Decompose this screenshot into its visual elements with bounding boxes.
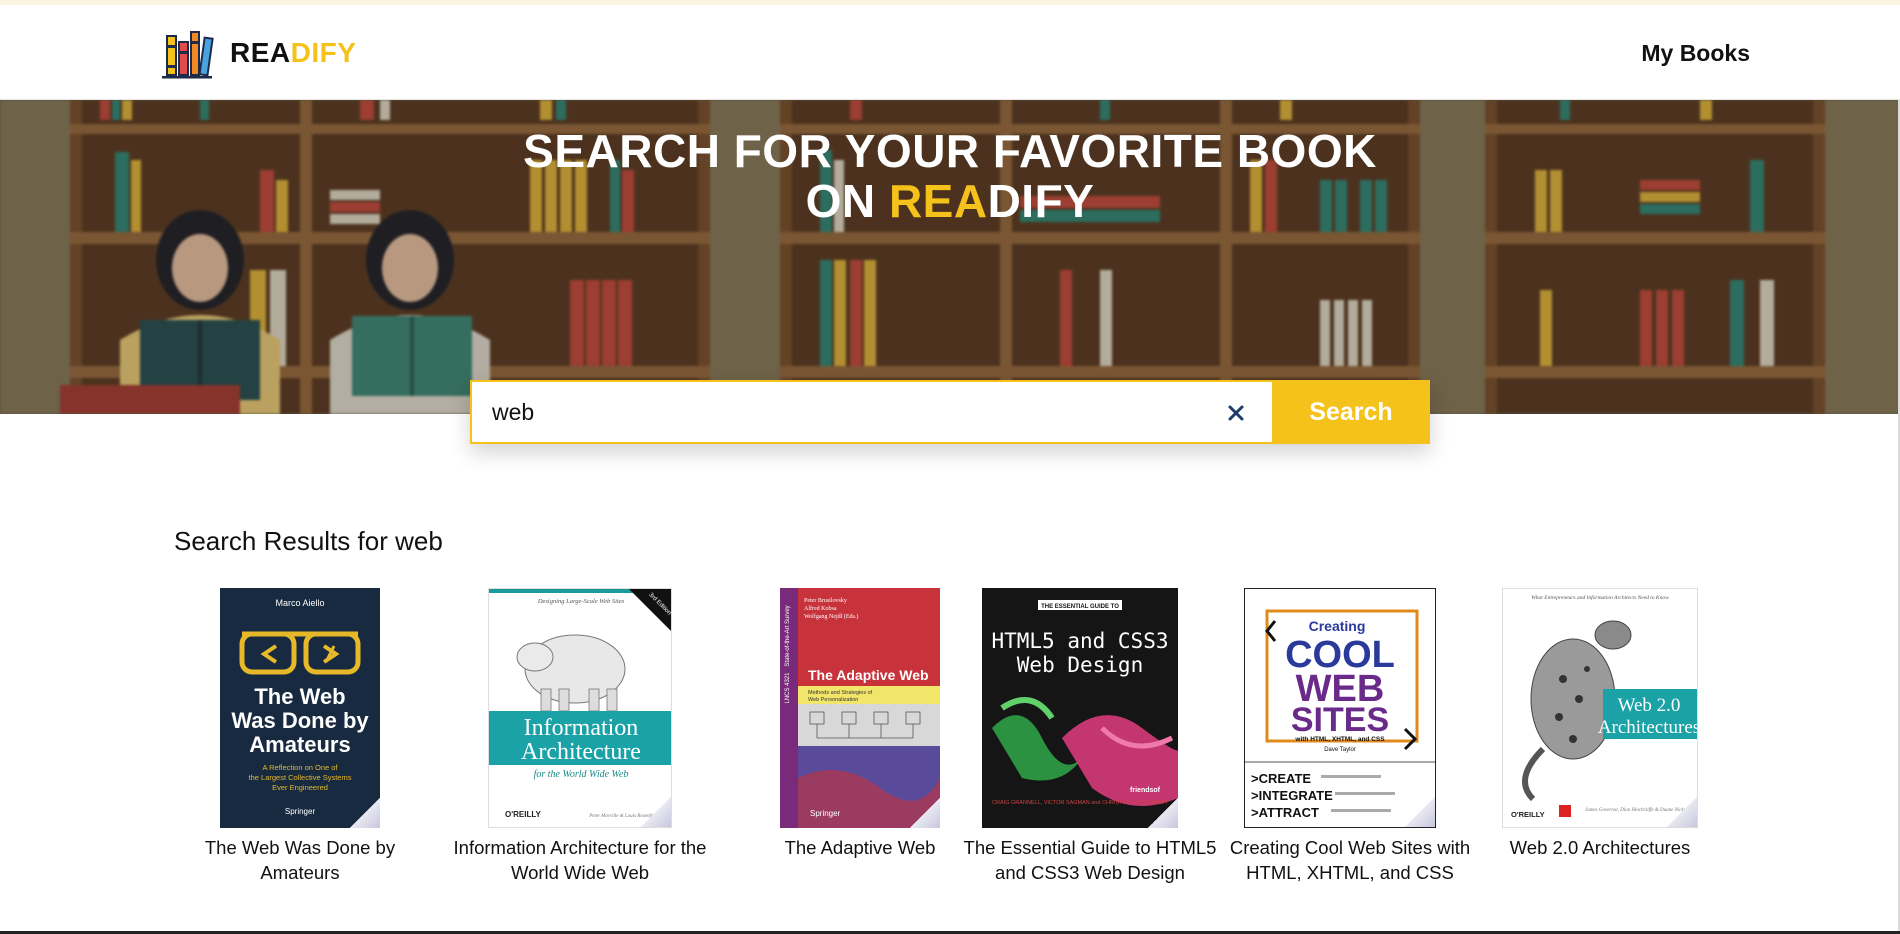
svg-text:Wolfgang Nejdl (Eds.): Wolfgang Nejdl (Eds.)	[804, 613, 858, 620]
svg-text:>ATTRACT: >ATTRACT	[1251, 805, 1319, 820]
svg-text:Peter Brusilovsky: Peter Brusilovsky	[804, 598, 847, 604]
search-field[interactable]	[470, 380, 1272, 444]
svg-text:for the World Wide Web: for the World Wide Web	[534, 769, 629, 780]
search-input[interactable]	[492, 398, 1192, 426]
svg-text:Springer: Springer	[810, 809, 841, 818]
book-cover[interactable]: State-of-the-Art Survey LNCS 4321 Peter …	[780, 588, 940, 828]
page-curl-icon	[641, 797, 671, 827]
close-icon[interactable]	[1222, 399, 1250, 427]
hero-title: SEARCH FOR YOUR FAVORITE BOOK ON READIFY	[0, 126, 1900, 226]
svg-text:Architecture: Architecture	[521, 739, 641, 765]
svg-text:Designing Large-Scale Web Site: Designing Large-Scale Web Sites	[537, 598, 625, 605]
svg-text:Springer: Springer	[285, 807, 316, 816]
svg-text:Was Done by: Was Done by	[231, 708, 369, 733]
book-cover[interactable]: THE ESSENTIAL GUIDE TO HTML5 and CSS3 We…	[982, 588, 1178, 828]
svg-text:O'REILLY: O'REILLY	[1511, 810, 1545, 819]
book-title[interactable]: The Web Was Done by Amateurs	[180, 835, 420, 885]
svg-text:Dave Taylor: Dave Taylor	[1324, 747, 1356, 753]
svg-text:the Largest Collective Systems: the Largest Collective Systems	[249, 773, 352, 782]
svg-text:CRAIG GRANNELL, VICTOR SAGMAN: CRAIG GRANNELL, VICTOR SAGMAN and CHRIST…	[992, 800, 1168, 806]
svg-text:>CREATE: >CREATE	[1251, 771, 1311, 786]
page-curl-icon	[1667, 797, 1697, 827]
svg-text:Web Personalization: Web Personalization	[808, 697, 858, 703]
svg-text:The Web: The Web	[254, 684, 345, 709]
svg-text:with HTML, XHTML, and CSS: with HTML, XHTML, and CSS	[1294, 736, 1385, 743]
brand-name: READIFY	[230, 37, 357, 68]
books-logo-icon	[162, 31, 214, 79]
book-cover[interactable]: Creating COOL WEB SITES with HTML, XHTML…	[1244, 588, 1436, 828]
search-button[interactable]: Search	[1272, 380, 1430, 444]
results-heading: Search Results for web	[174, 526, 443, 556]
svg-text:THE ESSENTIAL GUIDE TO: THE ESSENTIAL GUIDE TO	[1041, 604, 1119, 610]
nav-my-books-link[interactable]: My Books	[1641, 40, 1750, 67]
page-curl-icon	[1148, 798, 1178, 828]
svg-text:Architectures: Architectures	[1598, 717, 1697, 738]
svg-text:Amateurs: Amateurs	[249, 732, 350, 757]
book-title[interactable]: Web 2.0 Architectures	[1480, 835, 1720, 860]
hero-title-line1: SEARCH FOR YOUR FAVORITE BOOK	[523, 125, 1377, 177]
svg-text:Web Design: Web Design	[1017, 653, 1143, 677]
book-cover[interactable]: Designing Large-Scale Web Sites 3rd Edit…	[488, 588, 672, 828]
svg-text:The Adaptive Web: The Adaptive Web	[808, 667, 929, 683]
svg-text:O'REILLY: O'REILLY	[505, 810, 542, 819]
svg-text:Information: Information	[524, 715, 639, 741]
page-curl-icon	[1405, 797, 1435, 827]
hero-banner: SEARCH FOR YOUR FAVORITE BOOK ON READIFY	[0, 100, 1900, 414]
book-title[interactable]: The Adaptive Web	[740, 835, 980, 860]
svg-text:LNCS 4321: LNCS 4321	[785, 672, 791, 704]
svg-text:A Reflection on One of: A Reflection on One of	[262, 763, 338, 772]
svg-text:Marco Aiello: Marco Aiello	[275, 598, 324, 608]
svg-text:HTML5 and CSS3: HTML5 and CSS3	[991, 629, 1168, 653]
svg-text:>INTEGRATE: >INTEGRATE	[1251, 788, 1333, 803]
book-results-list: Marco Aiello The Web Was Done by Amateur…	[180, 588, 1740, 888]
book-cover[interactable]: What Entrepreneurs and Information Archi…	[1502, 588, 1698, 828]
book-title[interactable]: Creating Cool Web Sites with HTML, XHTML…	[1220, 835, 1480, 885]
svg-text:SITES: SITES	[1291, 701, 1389, 739]
page-curl-icon	[350, 798, 380, 828]
svg-text:friendsof: friendsof	[1130, 787, 1161, 794]
page-curl-icon	[910, 798, 940, 828]
book-title[interactable]: Information Architecture for the World W…	[440, 835, 720, 885]
svg-text:Alfred Kobsa: Alfred Kobsa	[804, 605, 837, 612]
svg-text:State-of-the-Art Survey: State-of-the-Art Survey	[785, 605, 791, 666]
hero-title-line2: ON READIFY	[805, 175, 1095, 227]
svg-text:What Entrepreneurs and Informa: What Entrepreneurs and Information Archi…	[1531, 594, 1669, 601]
navbar: READIFY My Books	[0, 5, 1900, 100]
svg-text:Methods and Strategies of: Methods and Strategies of	[808, 690, 873, 696]
svg-text:Creating: Creating	[1309, 618, 1366, 634]
book-title[interactable]: The Essential Guide to HTML5 and CSS3 We…	[960, 835, 1220, 885]
search-bar: Search	[470, 380, 1430, 444]
svg-text:Web 2.0: Web 2.0	[1618, 695, 1681, 716]
svg-text:Ever Engineered: Ever Engineered	[272, 783, 328, 792]
brand-logo[interactable]: READIFY	[160, 27, 356, 79]
book-cover[interactable]: Marco Aiello The Web Was Done by Amateur…	[220, 588, 380, 828]
